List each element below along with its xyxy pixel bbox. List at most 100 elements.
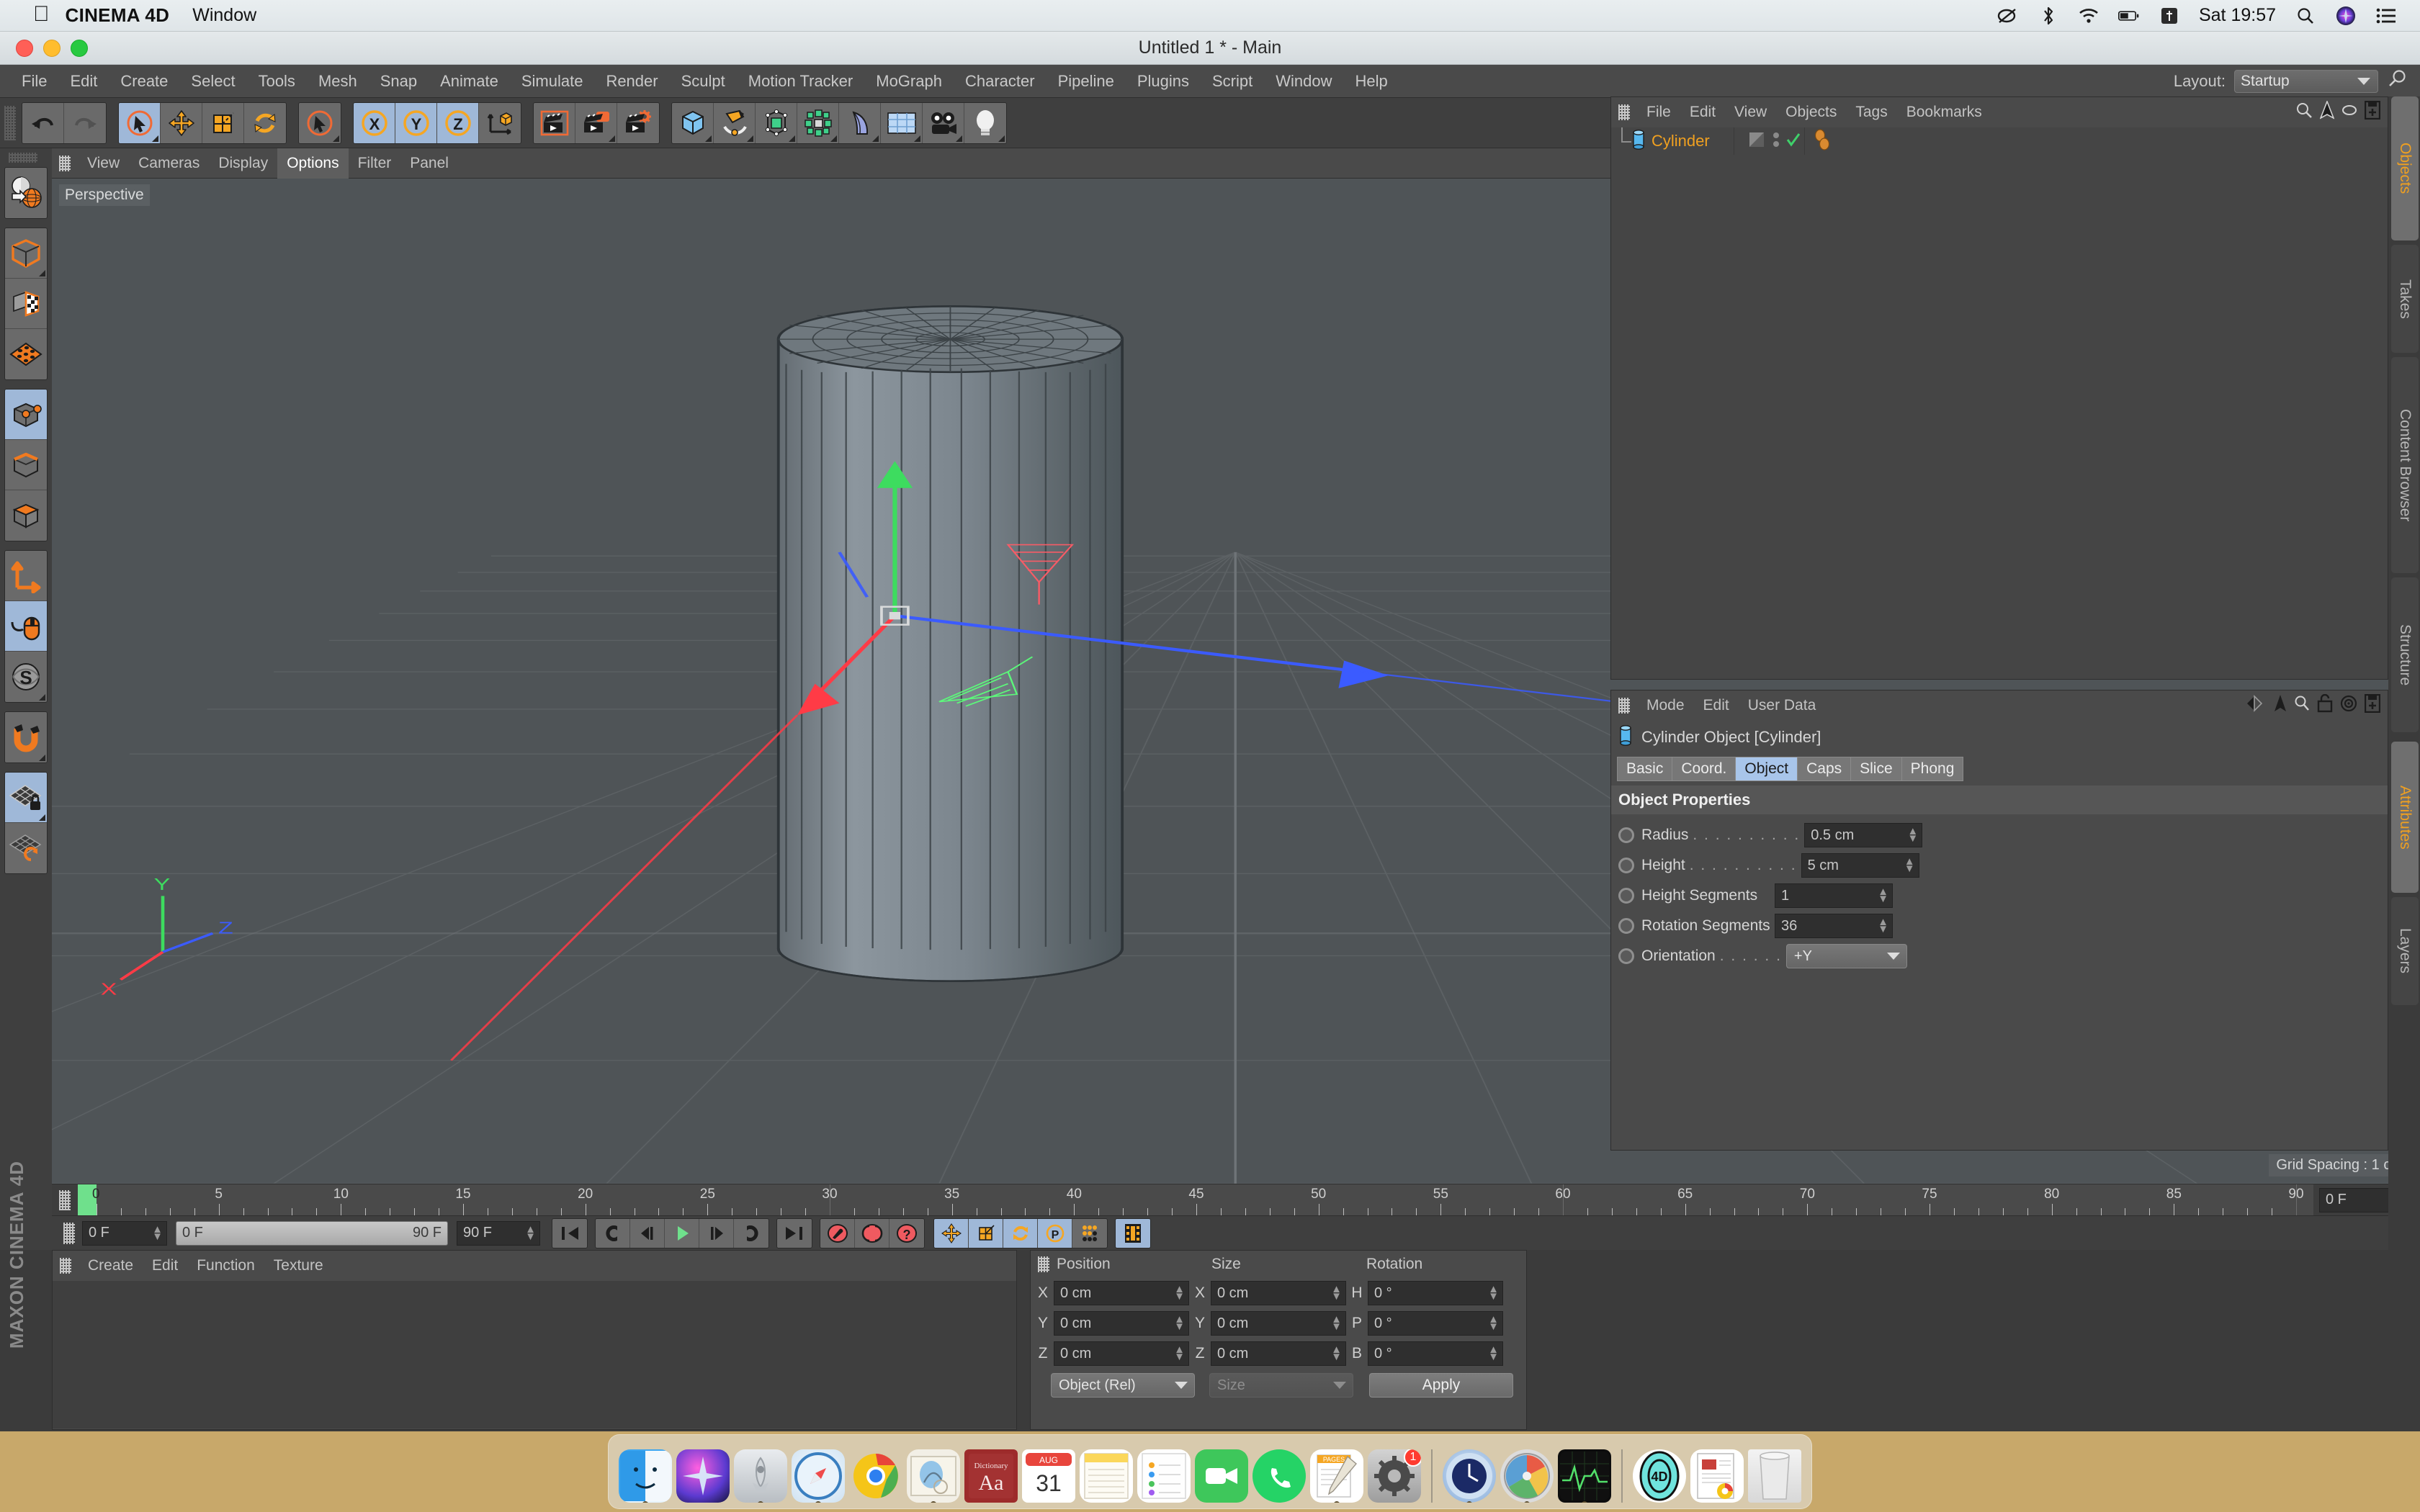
points-mode-button[interactable] bbox=[5, 390, 47, 440]
coord-system-dropdown[interactable]: Object (Rel) bbox=[1051, 1373, 1195, 1398]
lock-y-axis-button[interactable]: Y bbox=[395, 102, 437, 143]
object-menu-tags[interactable]: Tags bbox=[1846, 104, 1896, 121]
attributes-menu-mode[interactable]: Mode bbox=[1637, 697, 1694, 714]
add-scene-floor-button[interactable] bbox=[881, 102, 923, 143]
vtab-takes[interactable]: Takes bbox=[2391, 245, 2419, 353]
undo-button[interactable] bbox=[22, 102, 64, 143]
viewport-menu-filter[interactable]: Filter bbox=[349, 148, 401, 179]
rotation-key-button[interactable] bbox=[1003, 1218, 1038, 1248]
attributes-menu-user-data[interactable]: User Data bbox=[1739, 697, 1826, 714]
dock-safari[interactable] bbox=[792, 1449, 845, 1503]
redo-button[interactable] bbox=[64, 102, 106, 143]
cursor-icon[interactable] bbox=[2319, 99, 2335, 124]
stepper-icon[interactable]: ▲▼ bbox=[1904, 856, 1915, 874]
add-light-button[interactable] bbox=[964, 102, 1006, 143]
ellipse-icon[interactable] bbox=[2341, 104, 2357, 121]
object-list[interactable]: Cylinder bbox=[1611, 127, 2388, 679]
menu-snap[interactable]: Snap bbox=[369, 72, 429, 91]
stepper-icon[interactable]: ▲▼ bbox=[1488, 1344, 1499, 1362]
material-list[interactable] bbox=[53, 1281, 1016, 1428]
viewport-drag-handle[interactable] bbox=[59, 155, 71, 171]
pin-icon[interactable] bbox=[2274, 694, 2287, 717]
stepper-icon[interactable]: ▲▼ bbox=[1907, 826, 1918, 844]
menu-sculpt[interactable]: Sculpt bbox=[670, 72, 737, 91]
vtab-content-browser[interactable]: Content Browser bbox=[2391, 357, 2419, 573]
material-menu-create[interactable]: Create bbox=[79, 1257, 143, 1274]
left-toolbar-drag-handle[interactable] bbox=[9, 153, 37, 163]
polygons-mode-button[interactable] bbox=[5, 490, 47, 541]
spotlight-search-icon[interactable] bbox=[2295, 6, 2316, 26]
add-spline-button[interactable] bbox=[714, 102, 756, 143]
animate-radius-icon[interactable] bbox=[1618, 827, 1634, 843]
coordinates-drag-handle[interactable] bbox=[1038, 1256, 1049, 1272]
timeline-toggle-button[interactable] bbox=[1116, 1218, 1150, 1248]
toolbar-drag-handle[interactable] bbox=[4, 105, 16, 140]
parameter-key-button[interactable]: P bbox=[1038, 1218, 1072, 1248]
snap-toggle-button[interactable] bbox=[5, 712, 47, 762]
dock-trash[interactable] bbox=[1748, 1449, 1801, 1503]
coord-size-z-field[interactable]: 0 cm ▲ ▼ bbox=[1211, 1341, 1346, 1366]
object-menu-file[interactable]: File bbox=[1637, 104, 1680, 121]
phong-tag-icon[interactable] bbox=[1813, 128, 1832, 155]
attributes-drag-handle[interactable] bbox=[1618, 698, 1630, 714]
radius-field[interactable]: 0.5 cm ▲ ▼ bbox=[1804, 823, 1923, 847]
max-frame-field[interactable]: 90 F ▲ ▼ bbox=[457, 1220, 540, 1246]
play-backwards-button[interactable] bbox=[596, 1218, 630, 1248]
stepper-icon[interactable]: ▲▼ bbox=[1331, 1284, 1342, 1302]
macos-clock[interactable]: Sat 19:57 bbox=[2199, 5, 2276, 26]
soft-selection-button[interactable]: S bbox=[5, 652, 47, 702]
menu-edit[interactable]: Edit bbox=[58, 72, 109, 91]
dock-chrome[interactable] bbox=[849, 1449, 902, 1503]
tab-phong[interactable]: Phong bbox=[1901, 757, 1964, 781]
stepper-icon[interactable]: ▲▼ bbox=[525, 1224, 536, 1242]
rotation-segments-field[interactable]: 36 ▲ ▼ bbox=[1775, 914, 1893, 938]
tab-coord[interactable]: Coord. bbox=[1672, 757, 1736, 781]
macos-app-name[interactable]: CINEMA 4D bbox=[66, 4, 170, 27]
menu-help[interactable]: Help bbox=[1344, 72, 1399, 91]
enabled-check-icon[interactable] bbox=[1785, 131, 1801, 152]
dock-siri[interactable] bbox=[676, 1449, 730, 1503]
menu-animate[interactable]: Animate bbox=[429, 72, 510, 91]
planar-workplane-button[interactable] bbox=[5, 823, 47, 873]
workplane-mode-button[interactable] bbox=[5, 329, 47, 379]
stepper-icon[interactable]: ▲▼ bbox=[1488, 1314, 1499, 1332]
vtab-layers[interactable]: Layers bbox=[2391, 897, 2419, 1005]
add-layer-icon[interactable] bbox=[2364, 100, 2381, 124]
stepper-icon[interactable]: ▲▼ bbox=[1331, 1314, 1342, 1332]
scale-tool[interactable] bbox=[202, 102, 244, 143]
coord-size-x-field[interactable]: 0 cm ▲ ▼ bbox=[1211, 1281, 1346, 1305]
battery-icon[interactable] bbox=[2118, 6, 2140, 26]
model-mode-button[interactable] bbox=[5, 228, 47, 279]
material-menu-edit[interactable]: Edit bbox=[143, 1257, 187, 1274]
viewport-menu-display[interactable]: Display bbox=[209, 148, 277, 179]
go-to-start-button[interactable] bbox=[552, 1218, 587, 1248]
dock-document[interactable] bbox=[1690, 1449, 1744, 1503]
do-not-disturb-icon[interactable] bbox=[1997, 6, 2019, 26]
coord-pos-x-field[interactable]: 0 cm ▲ ▼ bbox=[1054, 1281, 1189, 1305]
coord-rot-h-field[interactable]: 0 ° ▲ ▼ bbox=[1368, 1281, 1503, 1305]
menu-simulate[interactable]: Simulate bbox=[510, 72, 595, 91]
menu-window[interactable]: Window bbox=[1264, 72, 1343, 91]
layout-dropdown[interactable]: Startup bbox=[2234, 69, 2378, 93]
live-selection-tool[interactable] bbox=[119, 102, 161, 143]
go-to-end-button[interactable] bbox=[777, 1218, 812, 1248]
attributes-menu-edit[interactable]: Edit bbox=[1694, 697, 1739, 714]
tab-object[interactable]: Object bbox=[1735, 757, 1798, 781]
autokeying-button[interactable] bbox=[855, 1218, 889, 1248]
menu-create[interactable]: Create bbox=[109, 72, 179, 91]
menu-file[interactable]: File bbox=[10, 72, 58, 91]
add-array-button[interactable] bbox=[797, 102, 839, 143]
selection-mode-button[interactable] bbox=[299, 102, 341, 143]
stepper-icon[interactable]: ▲▼ bbox=[1488, 1284, 1499, 1302]
move-tool[interactable] bbox=[161, 102, 202, 143]
animate-height-segments-icon[interactable] bbox=[1618, 888, 1634, 904]
texture-mode-button[interactable] bbox=[5, 279, 47, 329]
menu-mograph[interactable]: MoGraph bbox=[864, 72, 954, 91]
visibility-dots-icon[interactable] bbox=[1772, 129, 1780, 154]
dock-launchpad[interactable] bbox=[734, 1449, 787, 1503]
viewport-menu-options[interactable]: Options bbox=[277, 148, 349, 179]
stepper-icon[interactable]: ▲▼ bbox=[1174, 1314, 1185, 1332]
menu-select[interactable]: Select bbox=[179, 72, 246, 91]
object-menu-bookmarks[interactable]: Bookmarks bbox=[1897, 104, 1991, 121]
rotate-tool[interactable] bbox=[244, 102, 286, 143]
